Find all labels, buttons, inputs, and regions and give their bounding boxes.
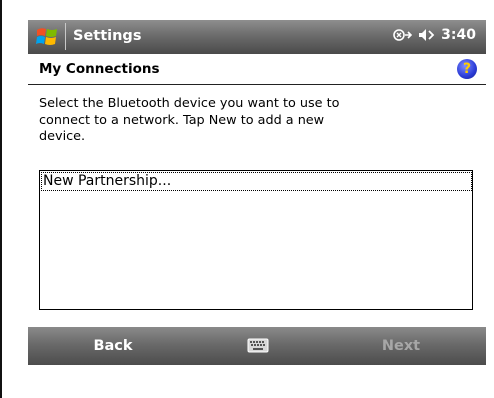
pocket-pc-screen: Settings 3:40 My Connections ? Select th… (28, 20, 486, 398)
title-bar: Settings 3:40 (28, 20, 486, 54)
app-title: Settings (73, 28, 142, 44)
status-area[interactable]: 3:40 (393, 27, 476, 43)
list-item-new-partnership[interactable]: New Partnership... (41, 172, 472, 191)
page-header: My Connections ? (28, 54, 486, 85)
keyboard-icon (247, 338, 269, 352)
connectivity-icon[interactable] (393, 27, 413, 43)
bluetooth-device-list[interactable]: New Partnership... (39, 170, 473, 310)
soft-key-bar: Back Next (28, 327, 486, 365)
start-button[interactable] (32, 22, 62, 52)
help-icon[interactable]: ? (457, 59, 477, 79)
input-panel-button[interactable] (245, 336, 271, 354)
title-separator (65, 23, 66, 50)
instructions-text: Select the Bluetooth device you want to … (39, 96, 340, 144)
clock-time[interactable]: 3:40 (441, 27, 476, 43)
page-title: My Connections (39, 61, 160, 77)
volume-icon[interactable] (417, 27, 437, 43)
window-frame-edge (0, 0, 2, 398)
next-button: Next (381, 338, 421, 354)
back-button[interactable]: Back (28, 327, 198, 365)
start-icon (36, 28, 57, 45)
